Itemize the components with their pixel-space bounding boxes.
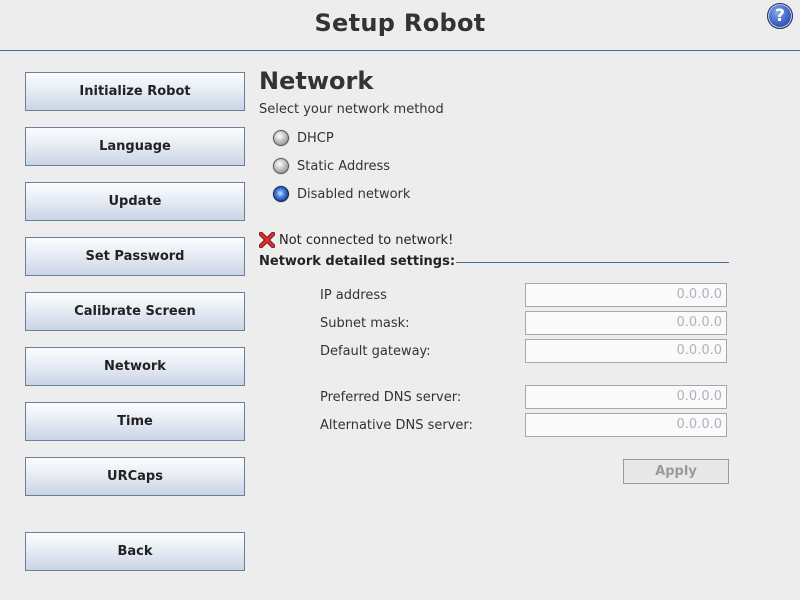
subnet-mask-input[interactable] bbox=[525, 311, 727, 335]
page-title: Setup Robot bbox=[314, 9, 486, 37]
preferred-dns-input[interactable] bbox=[525, 385, 727, 409]
section-title: Network detailed settings: bbox=[259, 254, 456, 269]
x-icon bbox=[259, 232, 275, 248]
time-button[interactable]: Time bbox=[25, 402, 245, 441]
header: Setup Robot ? bbox=[0, 0, 800, 51]
connection-status: Not connected to network! bbox=[259, 232, 453, 248]
apply-button[interactable]: Apply bbox=[623, 459, 729, 484]
default-gateway-input[interactable] bbox=[525, 339, 727, 363]
radio-dhcp-label: DHCP bbox=[297, 130, 334, 146]
radio-disabled-network[interactable]: Disabled network bbox=[273, 185, 410, 203]
back-button[interactable]: Back bbox=[25, 532, 245, 571]
alternative-dns-input[interactable] bbox=[525, 413, 727, 437]
network-button[interactable]: Network bbox=[25, 347, 245, 386]
calibrate-screen-button[interactable]: Calibrate Screen bbox=[25, 292, 245, 331]
section-divider bbox=[456, 262, 729, 263]
ip-address-input[interactable] bbox=[525, 283, 727, 307]
alternative-dns-label: Alternative DNS server: bbox=[320, 418, 473, 433]
help-icon[interactable]: ? bbox=[767, 3, 793, 29]
radio-disabled-label: Disabled network bbox=[297, 186, 411, 202]
update-button[interactable]: Update bbox=[25, 182, 245, 221]
subnet-mask-label: Subnet mask: bbox=[320, 316, 410, 331]
radio-dhcp-indicator[interactable] bbox=[273, 130, 289, 146]
language-button[interactable]: Language bbox=[25, 127, 245, 166]
radio-dhcp[interactable]: DHCP bbox=[273, 129, 334, 147]
preferred-dns-label: Preferred DNS server: bbox=[320, 390, 462, 405]
radio-static-address[interactable]: Static Address bbox=[273, 157, 390, 175]
default-gateway-label: Default gateway: bbox=[320, 344, 431, 359]
set-password-button[interactable]: Set Password bbox=[25, 237, 245, 276]
urcaps-button[interactable]: URCaps bbox=[25, 457, 245, 496]
radio-disabled-indicator[interactable] bbox=[273, 186, 289, 202]
initialize-robot-button[interactable]: Initialize Robot bbox=[25, 72, 245, 111]
radio-static-indicator[interactable] bbox=[273, 158, 289, 174]
status-text: Not connected to network! bbox=[279, 232, 454, 248]
radio-static-label: Static Address bbox=[297, 158, 391, 174]
network-title: Network bbox=[259, 67, 374, 95]
ip-address-label: IP address bbox=[320, 288, 387, 303]
network-method-prompt: Select your network method bbox=[259, 102, 444, 117]
